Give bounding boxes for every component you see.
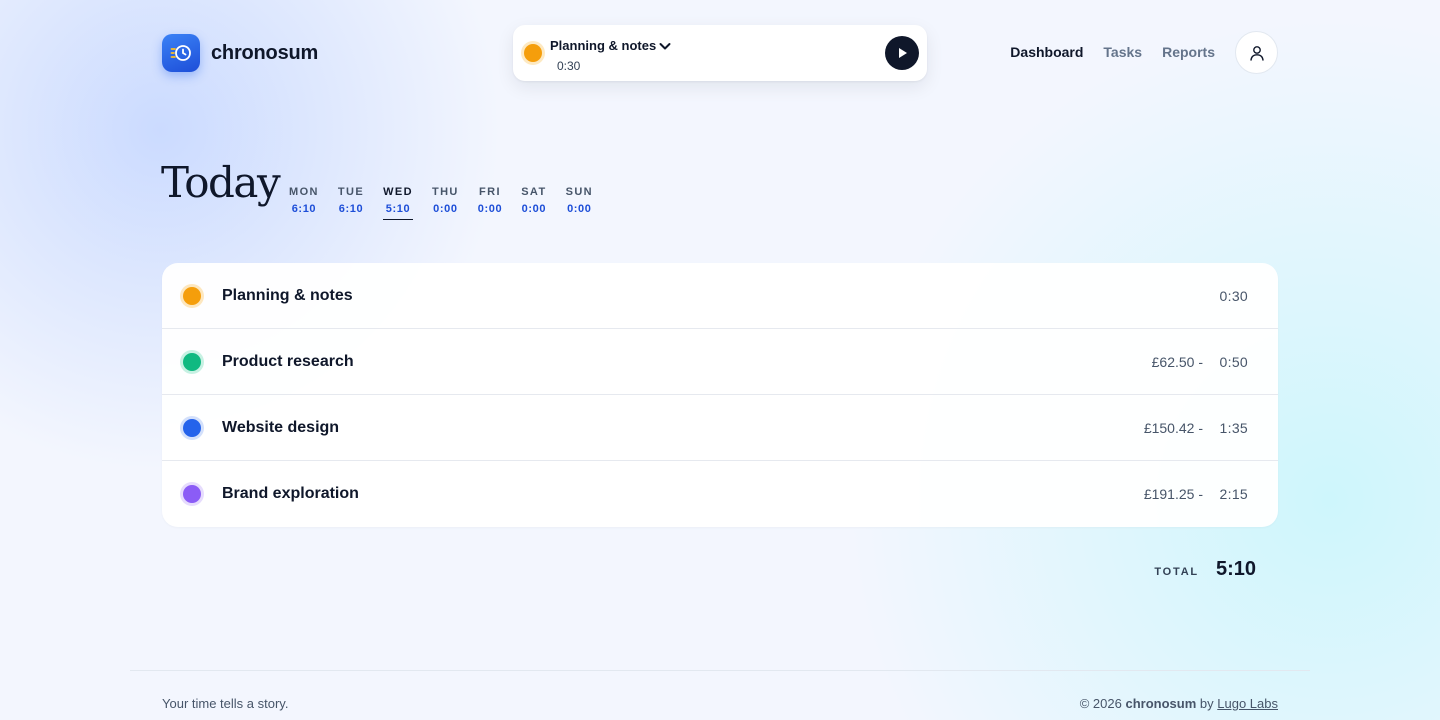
play-icon [898, 47, 908, 59]
entry-task-name: Brand exploration [222, 485, 359, 502]
timer-task-selector[interactable]: Planning & notes [550, 37, 672, 53]
day-total: 6:10 [338, 203, 364, 215]
time-entries-list: Planning & notes 0:30 Product research £… [162, 263, 1278, 527]
entry-duration: 0:50 [1219, 353, 1248, 370]
page-title: Today [161, 158, 281, 207]
chevron-down-icon [658, 39, 672, 53]
footer-copyright: © 2026 [1079, 696, 1122, 711]
time-entry-row[interactable]: Product research £62.50 - 0:50 [162, 329, 1278, 395]
day-total: 0:00 [433, 203, 458, 215]
day-name: TUE [337, 186, 365, 198]
timer-task-color-dot [524, 44, 542, 62]
entry-duration: 2:15 [1219, 486, 1248, 502]
nav-tasks[interactable]: Tasks [1103, 44, 1142, 60]
main-nav: Dashboard Tasks Reports [1010, 44, 1215, 60]
entry-task-name: Planning & notes [222, 286, 353, 304]
entry-task-name: Website design [222, 418, 340, 436]
brand-name: chronosum [211, 41, 319, 64]
daily-total: TOTAL 5:10 [1154, 558, 1256, 581]
day-total: 5:10 [385, 203, 411, 215]
day-total: 0:00 [521, 203, 547, 215]
week-day-tabs: MON 6:10 TUE 6:10 WED 5:10 THU 0:00 FRI … [289, 186, 612, 220]
task-color-dot [183, 286, 201, 305]
footer-tagline: Your time tells a story. [162, 696, 289, 711]
task-color-dot [183, 485, 201, 503]
time-entry-row[interactable]: Planning & notes 0:30 [162, 263, 1278, 329]
entry-amount: £62.50 - [1151, 353, 1203, 370]
play-button[interactable] [885, 36, 919, 70]
time-entry-row[interactable]: Website design £150.42 - 1:35 [162, 395, 1278, 461]
total-value: 5:10 [1215, 558, 1256, 580]
footer-divider [130, 670, 1310, 671]
day-tab-sat[interactable]: SAT 0:00 [521, 186, 546, 220]
entry-duration: 0:30 [1219, 287, 1248, 304]
footer-brand: chronosum [1125, 696, 1197, 711]
footer-credits: © 2026 chronosum by Lugo Labs [1080, 696, 1278, 711]
nav-dashboard[interactable]: Dashboard [1010, 44, 1083, 60]
nav-reports[interactable]: Reports [1162, 44, 1215, 60]
time-entry-row[interactable]: Brand exploration £191.25 - 2:15 [162, 461, 1278, 527]
day-tab-thu[interactable]: THU 0:00 [432, 186, 459, 220]
day-name: FRI [479, 186, 501, 198]
day-tab-wed[interactable]: WED 5:10 [383, 186, 413, 220]
entry-duration: 1:35 [1219, 419, 1248, 436]
day-name: WED [383, 186, 413, 198]
day-total: 0:00 [477, 203, 503, 215]
clock-history-icon [162, 34, 200, 72]
brand-logo[interactable]: chronosum [162, 34, 318, 72]
active-timer: Planning & notes 0:30 [513, 25, 927, 81]
task-color-dot [183, 418, 201, 437]
footer-by: by [1199, 696, 1214, 711]
total-label: TOTAL [1154, 566, 1199, 578]
day-tab-fri[interactable]: FRI 0:00 [478, 186, 502, 220]
day-name: SAT [521, 186, 547, 198]
entry-amount: £150.42 - [1143, 419, 1203, 436]
day-tab-mon[interactable]: MON 6:10 [289, 186, 319, 220]
entry-amount: £191.25 - [1143, 486, 1203, 502]
day-name: MON [289, 186, 319, 198]
user-icon [1248, 44, 1266, 62]
timer-task-name: Planning & notes [550, 37, 657, 53]
footer-company-link[interactable]: Lugo Labs [1217, 696, 1278, 711]
day-total: 6:10 [291, 203, 317, 215]
entry-task-name: Product research [222, 352, 354, 370]
day-tab-tue[interactable]: TUE 6:10 [338, 186, 364, 220]
day-tab-sun[interactable]: SUN 0:00 [566, 186, 593, 220]
task-color-dot [183, 352, 201, 371]
day-name: SUN [565, 186, 594, 198]
timer-elapsed: 0:30 [557, 59, 581, 73]
account-button[interactable] [1235, 31, 1278, 74]
day-name: THU [431, 186, 459, 198]
day-total: 0:00 [567, 203, 592, 215]
